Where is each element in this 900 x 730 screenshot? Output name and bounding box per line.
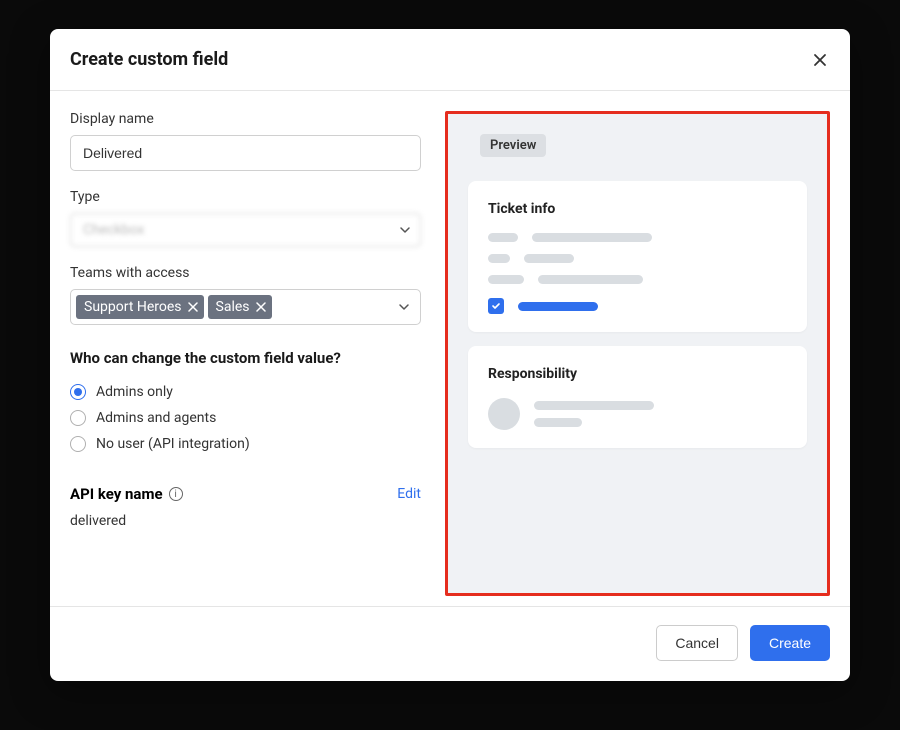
chevron-down-icon: [398, 301, 410, 313]
placeholder-row: [488, 233, 787, 242]
type-label: Type: [70, 189, 421, 205]
responsibility-card: Responsibility: [468, 346, 807, 448]
card-title: Responsibility: [488, 366, 787, 382]
create-custom-field-modal: Create custom field Display name Type Ch…: [50, 29, 850, 681]
placeholder: [524, 254, 574, 263]
modal-body: Display name Type Checkbox Teams with ac…: [50, 91, 850, 596]
close-icon: [256, 302, 266, 312]
avatar-placeholder: [488, 398, 520, 430]
display-name-label: Display name: [70, 111, 421, 127]
radio-icon: [70, 436, 86, 452]
checkbox-checked-icon: [488, 298, 504, 314]
teams-label: Teams with access: [70, 265, 421, 281]
type-group: Type Checkbox: [70, 189, 421, 247]
preview-panel: Preview Ticket info: [445, 111, 830, 596]
radio-admins-only[interactable]: Admins only: [70, 379, 421, 405]
type-value: Checkbox: [70, 213, 421, 247]
placeholder: [488, 275, 524, 284]
close-icon: [812, 52, 828, 68]
modal-header: Create custom field: [50, 29, 850, 91]
teams-group: Teams with access Support Heroes Sales: [70, 265, 421, 325]
radio-no-user[interactable]: No user (API integration): [70, 431, 421, 457]
card-title: Ticket info: [488, 201, 787, 217]
placeholder: [488, 254, 510, 263]
placeholder-stack: [534, 401, 654, 427]
create-button[interactable]: Create: [750, 625, 830, 661]
permission-question: Who can change the custom field value?: [70, 349, 421, 367]
radio-label: No user (API integration): [96, 436, 250, 452]
radio-icon: [70, 384, 86, 400]
radio-admins-and-agents[interactable]: Admins and agents: [70, 405, 421, 431]
teams-multiselect[interactable]: Support Heroes Sales: [70, 289, 421, 325]
placeholder: [488, 233, 518, 242]
checkbox-row: [488, 298, 787, 314]
placeholder: [532, 233, 652, 242]
modal-title: Create custom field: [70, 49, 228, 70]
api-key-row: API key name i Edit: [70, 485, 421, 503]
placeholder-row: [488, 398, 787, 430]
radio-label: Admins only: [96, 384, 173, 400]
api-key-label: API key name: [70, 485, 163, 503]
preview-column: Preview Ticket info: [445, 111, 830, 596]
close-button[interactable]: [810, 50, 830, 70]
placeholder: [538, 275, 643, 284]
info-icon[interactable]: i: [169, 487, 183, 501]
close-icon: [188, 302, 198, 312]
team-tag: Support Heroes: [76, 295, 204, 319]
ticket-info-card: Ticket info: [468, 181, 807, 332]
edit-api-key-link[interactable]: Edit: [397, 486, 421, 502]
api-key-label-wrap: API key name i: [70, 485, 183, 503]
placeholder: [534, 418, 582, 427]
permission-group: Who can change the custom field value? A…: [70, 349, 421, 457]
display-name-input[interactable]: [70, 135, 421, 171]
preview-badge: Preview: [480, 134, 546, 157]
radio-icon: [70, 410, 86, 426]
radio-label: Admins and agents: [96, 410, 216, 426]
form-column: Display name Type Checkbox Teams with ac…: [70, 111, 445, 596]
team-tag-label: Sales: [216, 299, 250, 315]
team-tag: Sales: [208, 295, 272, 319]
api-key-value: delivered: [70, 513, 421, 529]
placeholder: [534, 401, 654, 410]
chevron-down-icon: [399, 224, 411, 236]
display-name-group: Display name: [70, 111, 421, 171]
placeholder-row: [488, 254, 787, 263]
remove-tag-button[interactable]: [188, 302, 198, 312]
placeholder-highlighted: [518, 302, 598, 311]
modal-footer: Cancel Create: [50, 606, 850, 681]
type-select[interactable]: Checkbox: [70, 213, 421, 247]
team-tag-label: Support Heroes: [84, 299, 182, 315]
placeholder-row: [488, 275, 787, 284]
remove-tag-button[interactable]: [256, 302, 266, 312]
cancel-button[interactable]: Cancel: [656, 625, 738, 661]
